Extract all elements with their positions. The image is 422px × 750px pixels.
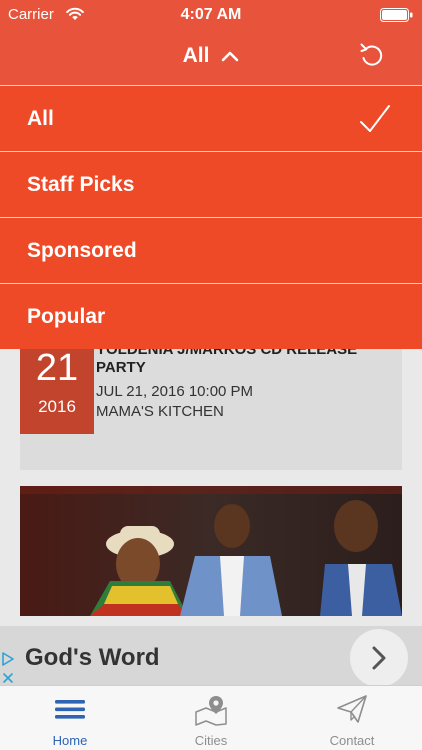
event-card[interactable]: 21 2016 YOLDENIA J/MARKOS CD RELEASE PAR… xyxy=(20,349,402,470)
checkmark-icon xyxy=(360,105,390,132)
event-datetime: JUL 21, 2016 10:00 PM xyxy=(96,383,254,400)
event-day: 21 xyxy=(35,349,79,389)
ad-choices-icon[interactable] xyxy=(1,651,15,667)
paper-plane-icon xyxy=(337,695,367,723)
tab-home[interactable]: Home xyxy=(0,686,140,750)
tab-label: Home xyxy=(52,733,88,748)
filter-option-label: Sponsored xyxy=(27,239,137,262)
tab-cities[interactable]: Cities xyxy=(141,686,281,750)
tab-label: Contact xyxy=(329,733,375,748)
menu-lines-icon xyxy=(55,700,85,719)
filter-option-label: Staff Picks xyxy=(27,173,135,196)
battery-icon xyxy=(380,8,413,22)
filter-menu: All Staff Picks Sponsored Popular xyxy=(0,85,422,349)
nav-bar: All xyxy=(0,30,422,85)
status-time: 4:07 AM xyxy=(180,6,242,23)
filter-toggle[interactable]: All xyxy=(183,44,240,68)
map-pin-icon xyxy=(195,696,227,726)
filter-option-label: All xyxy=(27,107,54,130)
filter-option-popular[interactable]: Popular xyxy=(0,283,422,349)
ad-banner[interactable]: God's Word xyxy=(0,626,422,687)
tab-contact[interactable]: Contact xyxy=(282,686,422,750)
close-icon[interactable] xyxy=(2,672,14,684)
event-photo-image xyxy=(20,486,402,616)
tab-bar: Home Cities Contact xyxy=(0,685,422,750)
filter-option-sponsored[interactable]: Sponsored xyxy=(0,217,422,283)
chevron-right-icon xyxy=(372,646,386,670)
chevron-up-icon xyxy=(222,51,239,61)
ad-next-button[interactable] xyxy=(350,629,408,687)
filter-option-all[interactable]: All xyxy=(0,85,422,151)
event-feed[interactable]: 21 2016 YOLDENIA J/MARKOS CD RELEASE PAR… xyxy=(0,349,422,626)
tab-label: Cities xyxy=(194,733,228,748)
date-badge: 21 2016 xyxy=(20,349,94,434)
ad-title: God's Word xyxy=(25,644,160,671)
event-year: 2016 xyxy=(38,397,76,416)
filter-option-staff-picks[interactable]: Staff Picks xyxy=(0,151,422,217)
event-venue: MAMA'S KITCHEN xyxy=(96,403,224,420)
status-bar: Carrier 4:07 AM xyxy=(0,0,422,30)
event-photo[interactable] xyxy=(20,486,402,616)
event-title: YOLDENIA J/MARKOS CD RELEASE PARTY xyxy=(96,349,358,376)
filter-option-label: Popular xyxy=(27,305,106,328)
nav-title: All xyxy=(182,44,210,67)
refresh-icon[interactable] xyxy=(358,41,386,69)
